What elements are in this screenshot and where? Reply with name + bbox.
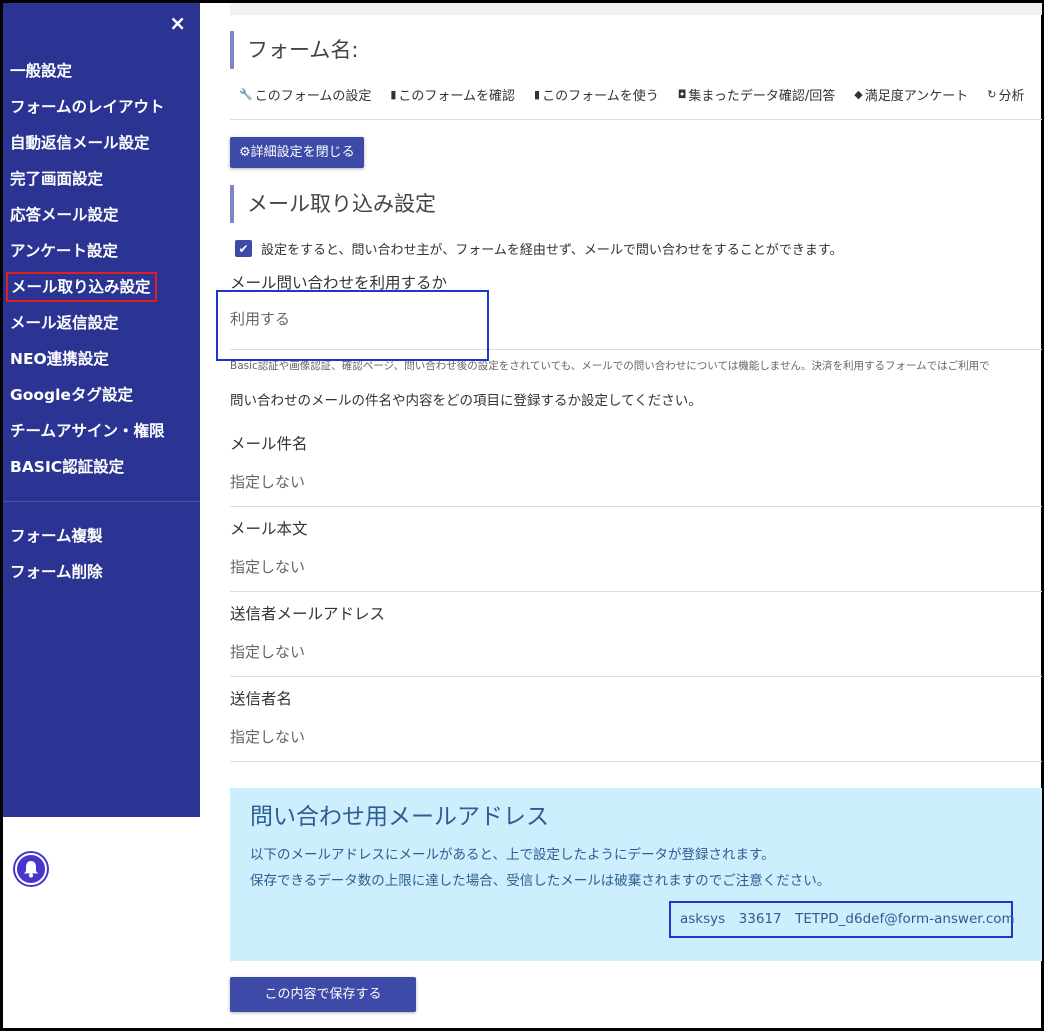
checkbox-label: 設定をすると、問い合わせ主が、フォームを経由せず、メールで問い合わせをすることが… (261, 243, 843, 258)
sidebar-item-label: フォーム複製 (10, 527, 103, 545)
sidebar-item-response-mail[interactable]: 応答メール設定 (3, 197, 200, 233)
field-label: 送信者メールアドレス (230, 605, 386, 623)
sidebar-menu: 一般設定 フォームのレイアウト 自動返信メール設定 完了画面設定 応答メール設定… (3, 53, 200, 590)
field-label: メール件名 (230, 435, 308, 453)
field-value[interactable]: 指定しない (230, 466, 1042, 498)
refresh-icon: ↻ (987, 87, 997, 101)
instruction-text: 問い合わせのメールの件名や内容をどの項目に登録するか設定してください。 (230, 393, 702, 409)
sidebar-item-delete[interactable]: フォーム削除 (3, 554, 200, 590)
wrench-icon: 🔧 (239, 87, 253, 101)
info-title: 問い合わせ用メールアドレス (250, 804, 549, 830)
link-label: 満足度アンケート (864, 88, 969, 104)
sidebar-item-label: 応答メール設定 (10, 206, 119, 224)
page-title: フォーム名: (230, 31, 1042, 69)
section-title: メール取り込み設定 (230, 185, 1042, 223)
sidebar-item-layout[interactable]: フォームのレイアウト (3, 89, 200, 125)
inquiry-email-address[interactable]: asksys 33617 TETPD_d6def@form-answer.com (669, 901, 1015, 938)
sidebar-item-label: フォームのレイアウト (10, 98, 165, 116)
use-mail-highlight-box (216, 290, 489, 361)
sidebar-item-label: メール取り込み設定 (6, 272, 157, 302)
sidebar-item-complete-page[interactable]: 完了画面設定 (3, 161, 200, 197)
field-value[interactable]: 指定しない (230, 551, 1042, 583)
sidebar-divider (3, 501, 200, 502)
bell-icon[interactable] (15, 853, 47, 885)
link-form-use[interactable]: ▮ このフォームを使う (534, 83, 659, 105)
save-button[interactable]: この内容で保存する (230, 977, 416, 1012)
divider (230, 761, 1042, 762)
sidebar-item-general[interactable]: 一般設定 (3, 53, 200, 89)
info-text-line1: 以下のメールアドレスにメールがあると、上で設定したようにデータが登録されます。 (250, 847, 775, 863)
check-icon[interactable]: ✔ (235, 240, 252, 257)
link-form-confirm[interactable]: ▮ このフォームを確認 (390, 83, 515, 105)
field-label: メール本文 (230, 520, 308, 538)
close-icon[interactable]: × (169, 11, 186, 35)
document-icon: ▮ (390, 87, 397, 101)
sidebar-item-label: 自動返信メール設定 (10, 134, 150, 152)
field-mail-subject[interactable]: メール件名 指定しない (230, 422, 1042, 507)
link-label: 分析 (998, 88, 1025, 104)
sidebar-item-label: Googleタグ設定 (10, 386, 133, 404)
close-detail-button[interactable]: ⚙詳細設定を閉じる (230, 137, 364, 168)
divider (230, 119, 1042, 120)
sidebar-item-mail-import[interactable]: メール取り込み設定 (3, 269, 200, 305)
sidebar-item-label: BASIC認証設定 (10, 458, 125, 476)
link-label: このフォームを確認 (398, 88, 516, 104)
sidebar-item-google-tag[interactable]: Googleタグ設定 (3, 377, 200, 413)
sidebar: × 一般設定 フォームのレイアウト 自動返信メール設定 完了画面設定 応答メール… (3, 3, 200, 817)
info-text-line2: 保存できるデータ数の上限に達した場合、受信したメールは破棄されますのでご注意くだ… (250, 873, 831, 889)
sidebar-item-label: アンケート設定 (10, 242, 118, 260)
field-value[interactable]: 指定しない (230, 721, 1042, 753)
link-label: このフォームを使う (542, 88, 659, 104)
field-mail-body[interactable]: メール本文 指定しない (230, 507, 1042, 592)
sidebar-item-label: チームアサイン・権限 (10, 422, 165, 440)
sidebar-item-label: フォーム削除 (10, 563, 103, 581)
sidebar-item-label: NEO連携設定 (10, 350, 109, 368)
layers-icon: ◆ (854, 87, 863, 101)
sidebar-item-auto-reply[interactable]: 自動返信メール設定 (3, 125, 200, 161)
sidebar-item-survey[interactable]: アンケート設定 (3, 233, 200, 269)
top-bar (230, 3, 1042, 15)
field-label: 送信者名 (230, 690, 293, 708)
field-sender-name[interactable]: 送信者名 指定しない (230, 677, 1042, 762)
inquiry-address-panel: 問い合わせ用メールアドレス 以下のメールアドレスにメールがあると、上で設定したよ… (230, 788, 1042, 961)
sidebar-item-team-assign[interactable]: チームアサイン・権限 (3, 413, 200, 449)
sidebar-item-label: 一般設定 (10, 62, 73, 80)
link-form-settings[interactable]: 🔧 このフォームの設定 (239, 83, 371, 105)
document-icon: ▮ (534, 87, 541, 101)
sidebar-item-label: 完了画面設定 (10, 170, 104, 188)
link-analysis[interactable]: ↻ 分析 (987, 83, 1024, 105)
field-value[interactable]: 指定しない (230, 636, 1042, 668)
sidebar-item-label: メール返信設定 (10, 314, 119, 332)
comment-icon: ◘ (677, 87, 687, 101)
link-label: 集まったデータ確認/回答 (688, 88, 836, 104)
main-content: フォーム名: 🔧 このフォームの設定 ▮ このフォームを確認 ▮ このフォームを使う … (216, 3, 1042, 1012)
sidebar-item-neo[interactable]: NEO連携設定 (3, 341, 200, 377)
link-label: このフォームの設定 (254, 88, 372, 104)
sidebar-item-basic-auth[interactable]: BASIC認証設定 (3, 449, 200, 485)
form-links: 🔧 このフォームの設定 ▮ このフォームを確認 ▮ このフォームを使う ◘ 集まったデー… (230, 83, 1042, 105)
sidebar-item-mail-reply[interactable]: メール返信設定 (3, 305, 200, 341)
info-checkbox-row: ✔ 設定をすると、問い合わせ主が、フォームを経由せず、メールで問い合わせをするこ… (230, 239, 1042, 258)
link-satisfaction-survey[interactable]: ◆ 満足度アンケート (854, 83, 968, 105)
link-collected-data[interactable]: ◘ 集まったデータ確認/回答 (678, 83, 836, 105)
sidebar-item-duplicate[interactable]: フォーム複製 (3, 518, 200, 554)
field-sender-address[interactable]: 送信者メールアドレス 指定しない (230, 592, 1042, 677)
